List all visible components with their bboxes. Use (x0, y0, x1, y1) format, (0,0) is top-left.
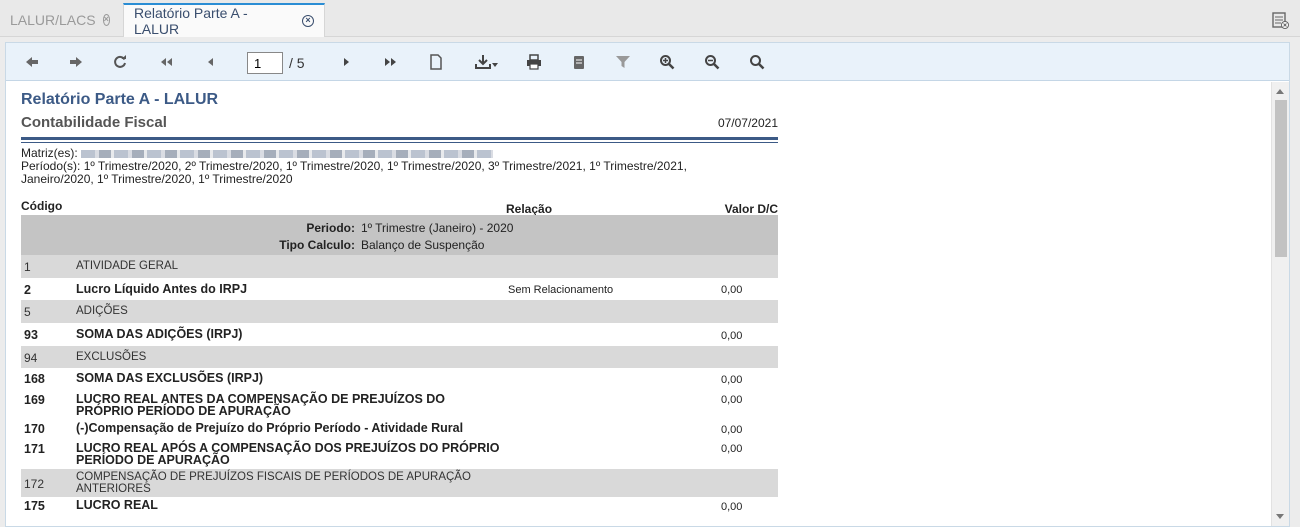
refresh-icon[interactable] (110, 52, 130, 72)
row-value: 0,00 (721, 443, 743, 455)
viewer-toolbar: / 5 (6, 43, 1289, 81)
tab-label: LALUR/LACS (10, 11, 96, 28)
row-code: 170 (24, 422, 45, 436)
close-icon[interactable]: × (302, 15, 314, 27)
last-page-icon[interactable] (381, 52, 401, 72)
back-arrow-icon[interactable] (22, 52, 42, 72)
periodos-line-2: Janeiro/2020, 1º Trimestre/2020, 1º Trim… (21, 172, 293, 186)
scroll-down-icon[interactable] (1276, 514, 1284, 519)
scroll-up-icon[interactable] (1276, 89, 1284, 94)
col-relacao: Relação (506, 202, 553, 216)
report-title: Relatório Parte A - LALUR (21, 91, 219, 108)
col-codigo: Código (21, 199, 63, 213)
tab-bar: LALUR/LACS × Relatório Parte A - LALUR × (0, 0, 1300, 37)
row-description: Lucro Líquido Antes do IRPJ (76, 282, 248, 296)
print-icon[interactable] (524, 52, 544, 72)
table-row: 168 SOMA DAS EXCLUSÕES (IRPJ) 0,00 (21, 368, 778, 389)
row-code: 169 (24, 393, 45, 407)
zoom-in-icon[interactable] (657, 52, 677, 72)
period-header: Periodo: 1º Trimestre (Janeiro) - 2020 T… (21, 215, 778, 255)
close-icon[interactable]: × (102, 13, 110, 26)
zoom-out-icon[interactable] (702, 52, 722, 72)
table-row: 93 SOMA DAS ADIÇÕES (IRPJ) 0,00 (21, 323, 778, 346)
tipo-calculo-value: Balanço de Suspenção (361, 238, 485, 252)
row-code: 1 (24, 260, 31, 274)
download-icon[interactable] (472, 52, 502, 72)
tab-list-icon[interactable] (1270, 10, 1290, 30)
row-code: 94 (24, 351, 38, 365)
vertical-scrollbar[interactable] (1271, 82, 1289, 526)
tab-lalur-lacs[interactable]: LALUR/LACS × (0, 3, 120, 36)
period-value: 1º Trimestre (Janeiro) - 2020 (361, 221, 514, 235)
row-code: 93 (24, 328, 38, 342)
row-value: 0,00 (721, 424, 743, 436)
header-rule (21, 137, 778, 140)
matriz-label: Matriz(es): (21, 146, 78, 160)
row-code: 172 (24, 477, 45, 491)
table-row: 169 LUCRO REAL ANTES DA COMPENSAÇÃO DE P… (21, 389, 778, 420)
row-value: 0,00 (721, 394, 743, 406)
row-code: 5 (24, 305, 31, 319)
row-description: ADIÇÕES (76, 305, 128, 317)
first-page-icon[interactable] (156, 52, 176, 72)
row-code: 171 (24, 442, 45, 456)
previous-page-icon[interactable] (201, 52, 221, 72)
scrollbar-thumb[interactable] (1275, 100, 1287, 257)
row-relacao: Sem Relacionamento (508, 284, 614, 296)
row-description: COMPENSAÇÃO DE PREJUÍZOS FISCAIS DE PERÍ… (76, 471, 471, 495)
row-description: LUCRO REAL APÓS A COMPENSAÇÃO DOS PREJUÍ… (76, 441, 500, 467)
tab-label: Relatório Parte A - LALUR (134, 5, 248, 37)
forward-arrow-icon[interactable] (66, 52, 86, 72)
row-description: SOMA DAS EXCLUSÕES (IRPJ) (76, 371, 264, 385)
row-description: EXCLUSÕES (76, 351, 147, 363)
report-viewer: / 5 Relatório Parte A - LALUR Contabilid… (5, 42, 1290, 527)
row-value: 0,00 (721, 284, 743, 296)
col-valor: Valor D/C (724, 202, 778, 216)
header-rule-thin (21, 142, 778, 143)
row-description: LUCRO REAL ANTES DA COMPENSAÇÃO DE PREJU… (76, 392, 446, 418)
row-description: SOMA DAS ADIÇÕES (IRPJ) (76, 327, 243, 341)
row-description: LUCRO REAL (76, 498, 158, 512)
report-subtitle: Contabilidade Fiscal 07/07/2021 (21, 114, 778, 132)
next-page-icon[interactable] (336, 52, 356, 72)
redacted-matriz (80, 149, 493, 158)
report-page: Relatório Parte A - LALUR Contabilidade … (21, 91, 778, 515)
row-value: 0,00 (721, 501, 743, 513)
table-row: 170 (-)Compensação de Prejuízo do Própri… (21, 420, 778, 438)
copy-icon[interactable] (569, 52, 589, 72)
table-row: 1 ATIVIDADE GERAL (21, 255, 778, 278)
row-description: (-)Compensação de Prejuízo do Próprio Pe… (76, 421, 464, 435)
page-total: / 5 (289, 55, 305, 71)
column-headers: Código Relação Valor D/C (21, 197, 778, 216)
page-number-input[interactable] (247, 52, 283, 74)
report-meta: Matriz(es): Período(s): 1º Trimestre/202… (21, 147, 778, 186)
period-label: Periodo: (306, 221, 355, 235)
table-row: 171 LUCRO REAL APÓS A COMPENSAÇÃO DOS PR… (21, 438, 778, 469)
row-value: 0,00 (721, 330, 743, 342)
table-row: 5 ADIÇÕES (21, 300, 778, 323)
table-row: 172 COMPENSAÇÃO DE PREJUÍZOS FISCAIS DE … (21, 469, 778, 497)
filter-icon[interactable] (613, 52, 633, 72)
document-icon[interactable] (426, 52, 446, 72)
report-subtitle-text: Contabilidade Fiscal (21, 114, 167, 131)
row-description: ATIVIDADE GERAL (76, 260, 179, 272)
row-code: 2 (24, 283, 31, 297)
row-value: 0,00 (721, 374, 743, 386)
tab-relatorio-parte-a[interactable]: Relatório Parte A - LALUR × (123, 3, 325, 37)
report-date: 07/07/2021 (717, 116, 778, 130)
search-icon[interactable] (747, 52, 767, 72)
row-code: 175 (24, 499, 45, 513)
table-row: 175 LUCRO REAL 0,00 (21, 497, 778, 515)
table-row: 2 Lucro Líquido Antes do IRPJ Sem Relaci… (21, 278, 778, 300)
table-row: 94 EXCLUSÕES (21, 346, 778, 368)
row-code: 168 (24, 372, 45, 386)
tipo-calculo-label: Tipo Calculo: (279, 238, 355, 252)
